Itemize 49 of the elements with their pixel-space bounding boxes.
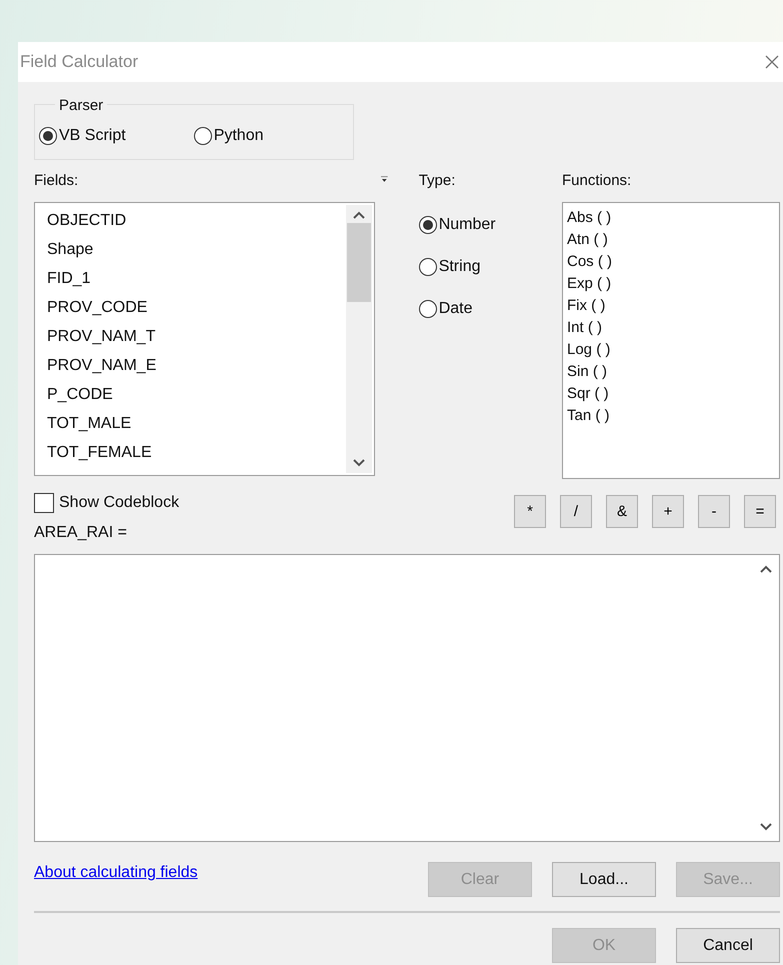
functions-list[interactable]: Abs ( ) Atn ( ) Cos ( ) Exp ( ) Fix ( ) Int ( ) Log ( ) Sin ( ) Sqr ( ) Tan ( ) bbox=[562, 202, 780, 479]
action-button[interactable]: Load... bbox=[552, 862, 656, 897]
type-label: Type: bbox=[418, 172, 456, 191]
operator-button[interactable]: - bbox=[698, 495, 730, 528]
operator-button[interactable]: * bbox=[514, 495, 546, 528]
function-item[interactable]: Abs ( ) bbox=[567, 207, 775, 229]
function-item[interactable]: Sqr ( ) bbox=[567, 383, 775, 405]
fields-list[interactable]: OBJECTID Shape FID_1 PROV_CODE PROV_NAM_T PROV_NAM_E P_CODE TOT_MALE TOT_FEMALE bbox=[34, 202, 375, 476]
scroll-down-icon[interactable] bbox=[353, 459, 365, 467]
field-item[interactable]: TOT_MALE bbox=[47, 413, 344, 442]
operator-button[interactable]: + bbox=[652, 495, 684, 528]
radio-option[interactable]: VB Script bbox=[39, 127, 126, 145]
field-item[interactable]: OBJECTID bbox=[47, 210, 344, 239]
dropdown-icon[interactable] bbox=[381, 176, 388, 183]
function-item[interactable]: Exp ( ) bbox=[567, 273, 775, 295]
operator-button[interactable]: = bbox=[744, 495, 776, 528]
field-item[interactable]: P_CODE bbox=[47, 384, 344, 413]
field-item[interactable]: Shape bbox=[47, 239, 344, 268]
scroll-up-icon[interactable] bbox=[353, 211, 365, 219]
functions-label: Functions: bbox=[562, 172, 632, 191]
window-title: Field Calculator bbox=[20, 52, 138, 72]
function-item[interactable]: Tan ( ) bbox=[567, 405, 775, 427]
function-item[interactable]: Cos ( ) bbox=[567, 251, 775, 273]
operator-button[interactable]: & bbox=[606, 495, 638, 528]
radio-option[interactable]: Python bbox=[194, 127, 264, 145]
radio-option[interactable]: String bbox=[418, 258, 562, 276]
field-item[interactable]: TOT_FEMALE bbox=[47, 442, 344, 471]
function-item[interactable]: Sin ( ) bbox=[567, 361, 775, 383]
expression-field[interactable] bbox=[34, 554, 780, 842]
codeblock-checkbox[interactable]: Show Codeblock bbox=[34, 493, 180, 513]
scrollbar[interactable] bbox=[346, 205, 372, 473]
dialog-button[interactable]: Cancel bbox=[676, 928, 780, 963]
field-item[interactable]: PROV_CODE bbox=[47, 297, 344, 326]
help-link[interactable]: About calculating fields bbox=[34, 864, 198, 882]
function-item[interactable]: Atn ( ) bbox=[567, 229, 775, 251]
scroll-up-icon[interactable] bbox=[760, 565, 772, 573]
expression-label: AREA_RAI = bbox=[34, 524, 128, 542]
fields-label: Fields: bbox=[34, 172, 80, 191]
radio-option[interactable]: Number bbox=[418, 216, 562, 234]
function-item[interactable]: Fix ( ) bbox=[567, 295, 775, 317]
field-item[interactable]: PROV_NAM_E bbox=[47, 355, 344, 384]
operator-button[interactable]: / bbox=[560, 495, 592, 528]
scroll-down-icon[interactable] bbox=[760, 823, 772, 831]
function-item[interactable]: Int ( ) bbox=[567, 317, 775, 339]
field-item[interactable]: FID_1 bbox=[47, 268, 344, 297]
field-item[interactable]: PROV_NAM_T bbox=[47, 326, 344, 355]
close-icon[interactable] bbox=[765, 55, 779, 69]
function-item[interactable]: Log ( ) bbox=[567, 339, 775, 361]
radio-option[interactable]: Date bbox=[418, 300, 562, 318]
